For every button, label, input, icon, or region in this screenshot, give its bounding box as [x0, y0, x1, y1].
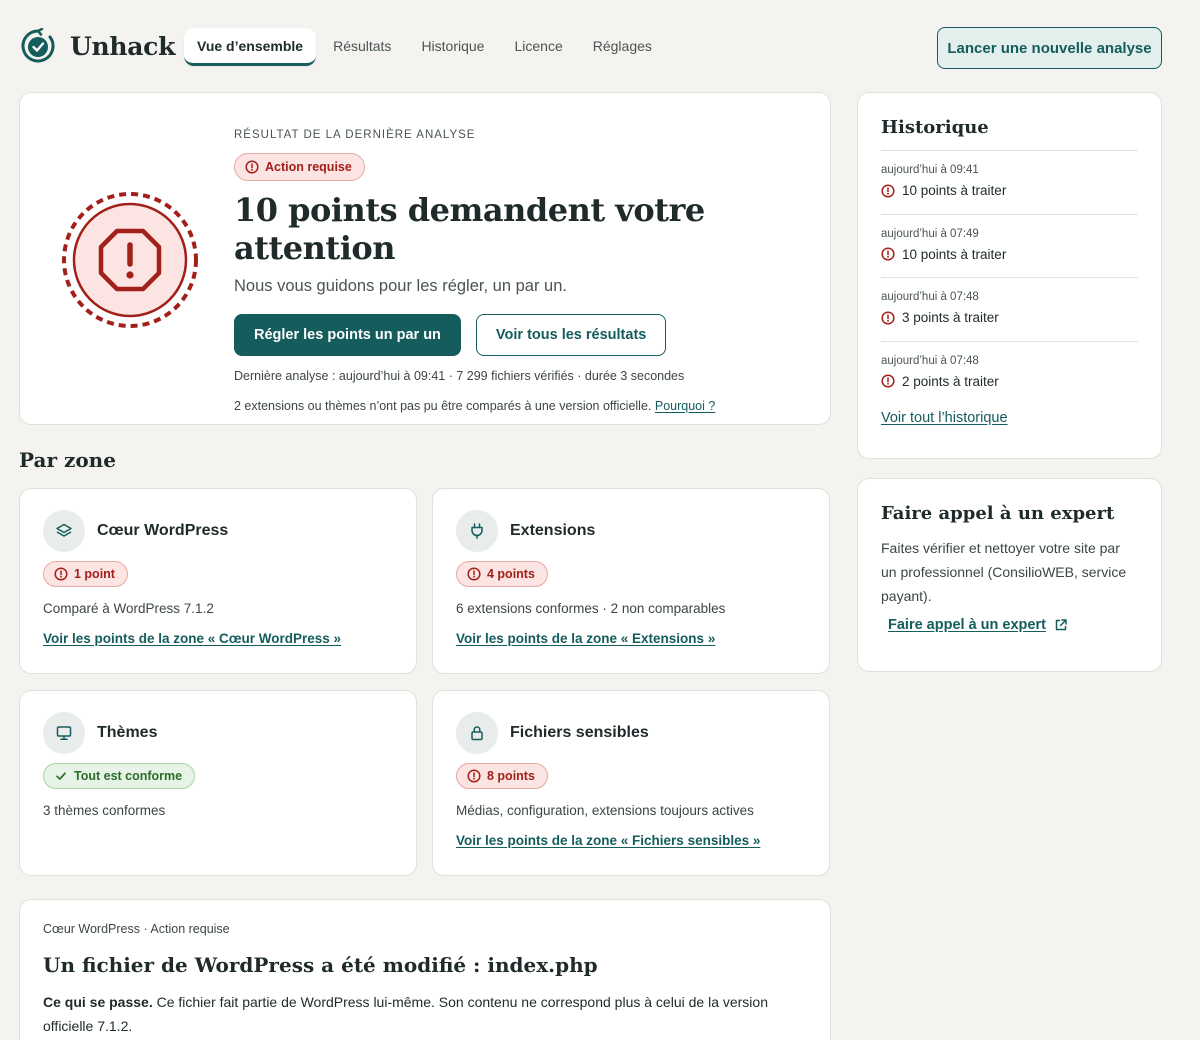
zone-badge-label: 1 point	[74, 567, 115, 581]
alert-circle-icon	[881, 310, 895, 325]
history-time: aujourd’hui à 07:48	[881, 291, 979, 303]
alert-circle-icon	[467, 769, 481, 783]
history-count: 10 points à traiter	[881, 247, 1138, 262]
alert-circle-icon	[881, 374, 895, 388]
history-title: Historique	[881, 117, 989, 138]
history-count-label: 10 points à traiter	[902, 246, 1007, 262]
layers-icon	[43, 510, 85, 552]
tab-license[interactable]: Licence	[501, 28, 575, 66]
zone-description: 3 thèmes conformes	[43, 803, 166, 818]
view-results-button[interactable]: Voir tous les résultats	[475, 314, 667, 356]
app-name: Unhack	[70, 31, 176, 61]
check-icon	[56, 772, 66, 780]
zone-name: Cœur WordPress	[97, 522, 229, 539]
history-time: aujourd’hui à 07:48	[881, 354, 979, 367]
history-item[interactable]: aujourd’hui à 07:48 3 points à traiter	[881, 278, 1138, 342]
history-item[interactable]: aujourd’hui à 09:41 10 points à traiter	[881, 151, 1138, 215]
history-count: 3 points à traiter	[881, 310, 1138, 325]
zone-description: Médias, configuration, extensions toujou…	[456, 803, 754, 818]
expert-link-label: Faire appel à un expert	[888, 617, 1046, 633]
expert-link[interactable]: Faire appel à un expert	[888, 617, 1068, 633]
issue-title: Un fichier de WordPress a été modifié : …	[43, 953, 598, 977]
scan-note-text: 2 extensions ou thèmes n’ont pas pu être…	[234, 399, 652, 413]
zone-name: Extensions	[510, 522, 596, 539]
zone-status-badge: 1 point	[43, 561, 128, 587]
zone-status-badge: 8 points	[456, 763, 548, 789]
zone-name: Fichiers sensibles	[510, 724, 649, 741]
fix-issues-button[interactable]: Régler les points un par un	[234, 314, 461, 356]
status-badge-label: Action requise	[265, 160, 352, 174]
history-count-label: 3 points à traiter	[902, 310, 999, 325]
status-badge: Action requise	[234, 153, 365, 181]
history-item[interactable]: aujourd’hui à 07:49 10 points à traiter	[881, 215, 1138, 278]
new-scan-button[interactable]: Lancer une nouvelle analyse	[937, 27, 1162, 69]
zone-card-sensitive-files: Fichiers sensibles 8 points Médias, conf…	[432, 690, 830, 876]
zone-description: 6 extensions conformes · 2 non comparabl…	[456, 601, 726, 616]
hero-title: 10 points demandent votre attention	[234, 191, 705, 267]
alert-circle-icon	[881, 247, 895, 261]
scan-meta: Dernière analyse : aujourd’hui à 09:41 ·…	[234, 369, 685, 383]
hero-subtitle: Nous vous guidons pour les régler, un pa…	[234, 277, 567, 295]
alert-circle-icon	[467, 567, 481, 581]
issue-text: Ce qui se passe. Ce fichier fait partie …	[43, 990, 807, 1038]
monitor-icon	[43, 712, 85, 754]
expert-card: Faire appel à un expert Faites vérifier …	[857, 478, 1162, 672]
alert-octagon-icon	[62, 192, 198, 328]
history-card: Historique aujourd’hui à 09:41 10 points…	[857, 92, 1162, 459]
history-time: aujourd’hui à 09:41	[881, 164, 979, 176]
app-logo[interactable]: Unhack	[20, 28, 175, 64]
alert-circle-icon	[881, 183, 895, 198]
zone-link-extensions[interactable]: Voir les points de la zone « Extensions …	[456, 631, 806, 646]
zone-link-sensitive-files[interactable]: Voir les points de la zone « Fichiers se…	[456, 833, 806, 848]
issue-lead: Ce qui se passe.	[43, 994, 153, 1010]
top-bar: Unhack Vue d’ensemble Résultats Historiq…	[0, 0, 1200, 92]
history-time: aujourd’hui à 07:49	[881, 227, 979, 240]
zone-description: Comparé à WordPress 7.1.2	[43, 601, 214, 616]
issue-card: Cœur WordPress · Action requise Un fichi…	[19, 899, 831, 1040]
zones-title: Par zone	[19, 448, 116, 472]
main-nav: Vue d’ensemble Résultats Historique Lice…	[184, 28, 665, 66]
view-all-history-link[interactable]: Voir tout l’historique	[881, 410, 1138, 426]
issue-body: Ce fichier fait partie de WordPress lui-…	[43, 994, 768, 1034]
zone-card-themes: Thèmes Tout est conforme 3 thèmes confor…	[19, 690, 417, 876]
lock-icon	[456, 712, 498, 754]
logo-check-icon	[21, 28, 55, 63]
alert-circle-icon	[245, 160, 259, 174]
external-link-icon	[1055, 619, 1067, 631]
zone-badge-label: 8 points	[487, 769, 535, 783]
history-count: 10 points à traiter	[881, 183, 1138, 198]
issue-meta: Cœur WordPress · Action requise	[43, 922, 230, 936]
zone-card-core: Cœur WordPress 1 point Comparé à WordPre…	[19, 488, 417, 674]
tab-results[interactable]: Résultats	[320, 28, 404, 66]
expert-title: Faire appel à un expert	[881, 503, 1115, 524]
hero-actions: Régler les points un par un Voir tous le…	[234, 314, 814, 356]
history-count-label: 2 points à traiter	[902, 373, 999, 389]
tab-history[interactable]: Historique	[408, 28, 497, 66]
history-list: aujourd’hui à 09:41 10 points à traiter …	[881, 150, 1138, 405]
zone-status-badge: 4 points	[456, 561, 548, 587]
why-link[interactable]: Pourquoi ?	[655, 399, 715, 413]
tab-settings[interactable]: Réglages	[580, 28, 665, 66]
zone-card-extensions: Extensions 4 points 6 extensions conform…	[432, 488, 830, 674]
plug-icon	[456, 510, 498, 552]
zone-badge-label: 4 points	[487, 567, 535, 581]
last-scan-card: Résultat de la dernière analyse Action r…	[19, 92, 831, 425]
history-count: 2 points à traiter	[881, 374, 1138, 389]
expert-text: Faites vérifier et nettoyer votre site p…	[881, 540, 1127, 604]
tab-overview[interactable]: Vue d’ensemble	[184, 28, 317, 66]
history-count-label: 10 points à traiter	[902, 183, 1007, 198]
history-item[interactable]: aujourd’hui à 07:48 2 points à traiter	[881, 342, 1138, 406]
scan-note: 2 extensions ou thèmes n’ont pas pu être…	[234, 399, 814, 413]
zone-status-badge: Tout est conforme	[43, 763, 196, 789]
zone-link-core[interactable]: Voir les points de la zone « Cœur WordPr…	[43, 631, 393, 646]
alert-circle-icon	[54, 567, 68, 581]
hero-eyebrow: Résultat de la dernière analyse	[234, 129, 476, 141]
zone-name: Thèmes	[97, 724, 158, 741]
zone-badge-label: Tout est conforme	[74, 769, 183, 783]
